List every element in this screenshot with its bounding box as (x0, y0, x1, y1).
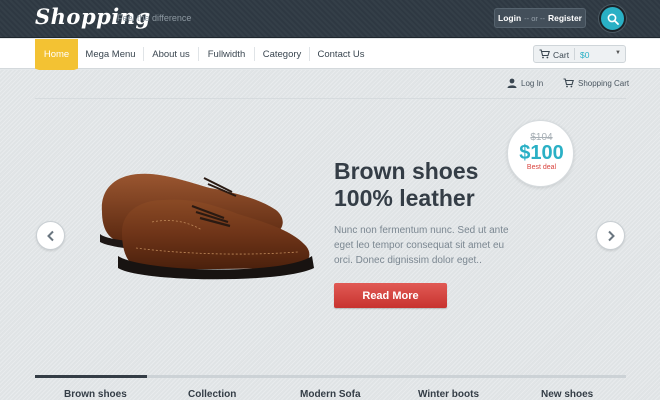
price-new: $100 (519, 142, 564, 164)
slider-prev-button[interactable] (36, 221, 65, 250)
site-tagline: Feel the difference (117, 13, 192, 23)
slide-description: Nunc non fermentum nunc. Sed ut ante ege… (334, 225, 509, 266)
slider-progress-fill (35, 375, 148, 378)
slider-tab-winter-boots[interactable]: Winter boots (418, 389, 479, 400)
user-icon (507, 78, 517, 88)
chevron-right-icon (607, 230, 615, 241)
slider-tab-brown-shoes[interactable]: Brown shoes (64, 389, 127, 400)
cart-icon (563, 78, 574, 88)
cart-divider (574, 48, 575, 60)
slide-title: Brown shoes 100% leather (334, 158, 478, 212)
nav-item-contact-us[interactable]: Contact Us (310, 39, 372, 69)
slider-tab-collection[interactable]: Collection (188, 389, 236, 400)
chevron-down-icon: ▼ (615, 50, 621, 56)
slide-title-line2: 100% leather (334, 185, 475, 211)
utility-login[interactable]: Log In (507, 78, 543, 88)
slider-progress (35, 375, 626, 378)
chevron-left-icon (46, 230, 54, 241)
divider-line (35, 98, 626, 99)
slider-next-button[interactable] (596, 221, 625, 250)
top-bar: Shopping Feel the difference Login -- or… (0, 0, 660, 38)
read-more-button[interactable]: Read More (334, 283, 447, 308)
search-button[interactable] (599, 5, 626, 32)
utility-cart[interactable]: Shopping Cart (563, 78, 629, 88)
nav-item-fullwidth[interactable]: Fullwidth (199, 39, 254, 69)
utility-login-label: Log In (521, 78, 544, 88)
price-tag: Best deal (526, 164, 557, 171)
slider-tab-modern-sofa[interactable]: Modern Sofa (300, 389, 361, 400)
cart-label: Cart (553, 50, 570, 60)
search-icon (607, 13, 619, 25)
register-link[interactable]: Register (548, 13, 582, 23)
cart-amount: $0 (580, 50, 590, 60)
auth-box: Login -- or -- Register (494, 8, 586, 28)
utility-cart-label: Shopping Cart (578, 78, 630, 88)
nav-item-mega-menu[interactable]: Mega Menu (78, 39, 143, 69)
cart-dropdown[interactable]: Cart $0 ▼ (533, 45, 626, 63)
nav-item-category[interactable]: Category (255, 39, 309, 69)
product-image (100, 173, 314, 280)
price-badge: $104 $100 Best deal (507, 120, 574, 187)
login-link[interactable]: Login (498, 13, 521, 23)
slider-tab-new-shoes[interactable]: New shoes (541, 389, 593, 400)
or-separator: -- or -- (524, 13, 545, 23)
cart-icon (539, 49, 550, 59)
nav-item-about-us[interactable]: About us (144, 39, 198, 69)
slide-title-line1: Brown shoes (334, 158, 479, 184)
nav-item-home[interactable]: Home (35, 39, 78, 69)
